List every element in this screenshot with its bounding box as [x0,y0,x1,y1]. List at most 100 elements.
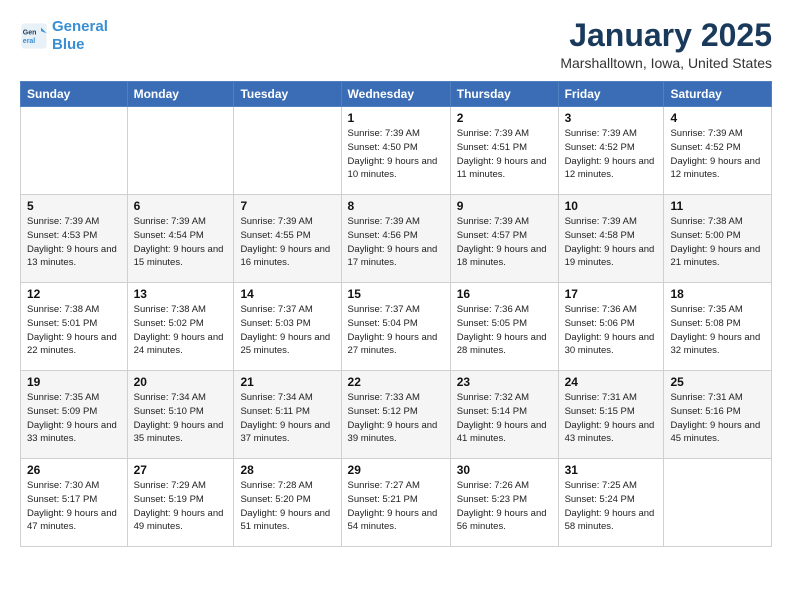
svg-text:Gen: Gen [23,30,37,37]
day-number: 31 [565,463,658,477]
day-info: Sunrise: 7:37 AM Sunset: 5:03 PM Dayligh… [240,303,334,358]
weekday-header-monday: Monday [127,82,234,107]
day-number: 27 [134,463,228,477]
day-number: 3 [565,111,658,125]
day-number: 7 [240,199,334,213]
day-number: 15 [348,287,444,301]
week-row-1: 1Sunrise: 7:39 AM Sunset: 4:50 PM Daylig… [21,107,772,195]
day-number: 1 [348,111,444,125]
day-number: 10 [565,199,658,213]
day-cell: 18 Sunrise: 7:35 AM Sunset: 5:08 PM Dayli… [664,283,772,371]
day-info: Sunrise: 7:38 AM Sunset: 5:00 PM Dayligh… [670,215,765,270]
day-number: 13 [134,287,228,301]
day-cell: 29 Sunrise: 7:27 AM Sunset: 5:21 PM Dayli… [341,459,450,547]
day-info: Sunrise: 7:39 AM Sunset: 4:56 PM Dayligh… [348,215,444,270]
day-number: 29 [348,463,444,477]
day-number: 16 [457,287,552,301]
day-cell: 8 Sunrise: 7:39 AM Sunset: 4:56 PM Daylig… [341,195,450,283]
day-number: 17 [565,287,658,301]
week-row-3: 12Sunrise: 7:38 AM Sunset: 5:01 PM Dayli… [21,283,772,371]
week-row-4: 19Sunrise: 7:35 AM Sunset: 5:09 PM Dayli… [21,371,772,459]
day-cell: 19Sunrise: 7:35 AM Sunset: 5:09 PM Dayli… [21,371,128,459]
day-number: 21 [240,375,334,389]
day-cell: 30 Sunrise: 7:26 AM Sunset: 5:23 PM Dayli… [450,459,558,547]
day-cell [234,107,341,195]
day-info: Sunrise: 7:37 AM Sunset: 5:04 PM Dayligh… [348,303,444,358]
day-cell: 11 Sunrise: 7:38 AM Sunset: 5:00 PM Dayli… [664,195,772,283]
day-cell: 5 Sunrise: 7:39 AM Sunset: 4:53 PM Daylig… [21,195,128,283]
day-cell: 6Sunrise: 7:39 AM Sunset: 4:54 PM Daylig… [127,195,234,283]
day-number: 30 [457,463,552,477]
day-cell: 31 Sunrise: 7:25 AM Sunset: 5:24 PM Dayli… [558,459,664,547]
day-info: Sunrise: 7:27 AM Sunset: 5:21 PM Dayligh… [348,479,444,534]
day-number: 5 [27,199,121,213]
day-info: Sunrise: 7:26 AM Sunset: 5:23 PM Dayligh… [457,479,552,534]
day-cell: 16 Sunrise: 7:36 AM Sunset: 5:05 PM Dayli… [450,283,558,371]
day-info: Sunrise: 7:39 AM Sunset: 4:55 PM Dayligh… [240,215,334,270]
day-cell: 15 Sunrise: 7:37 AM Sunset: 5:04 PM Dayli… [341,283,450,371]
day-info: Sunrise: 7:25 AM Sunset: 5:24 PM Dayligh… [565,479,658,534]
day-info: Sunrise: 7:36 AM Sunset: 5:06 PM Dayligh… [565,303,658,358]
day-number: 2 [457,111,552,125]
day-cell: 27 Sunrise: 7:29 AM Sunset: 5:19 PM Dayli… [127,459,234,547]
day-number: 26 [27,463,121,477]
day-info: Sunrise: 7:39 AM Sunset: 4:51 PM Dayligh… [457,127,552,182]
day-number: 14 [240,287,334,301]
header: Gen eral General Blue January 2025 Marsh… [20,18,772,71]
logo-icon: Gen eral [20,22,48,50]
day-number: 22 [348,375,444,389]
day-info: Sunrise: 7:38 AM Sunset: 5:02 PM Dayligh… [134,303,228,358]
day-cell: 22 Sunrise: 7:33 AM Sunset: 5:12 PM Dayli… [341,371,450,459]
day-info: Sunrise: 7:39 AM Sunset: 4:52 PM Dayligh… [670,127,765,182]
day-cell: 14 Sunrise: 7:37 AM Sunset: 5:03 PM Dayli… [234,283,341,371]
day-number: 11 [670,199,765,213]
day-number: 8 [348,199,444,213]
calendar: SundayMondayTuesdayWednesdayThursdayFrid… [20,81,772,547]
day-info: Sunrise: 7:36 AM Sunset: 5:05 PM Dayligh… [457,303,552,358]
title-area: January 2025 Marshalltown, Iowa, United … [560,18,772,71]
day-info: Sunrise: 7:35 AM Sunset: 5:08 PM Dayligh… [670,303,765,358]
day-info: Sunrise: 7:28 AM Sunset: 5:20 PM Dayligh… [240,479,334,534]
day-cell: 21Sunrise: 7:34 AM Sunset: 5:11 PM Dayli… [234,371,341,459]
day-info: Sunrise: 7:35 AM Sunset: 5:09 PM Dayligh… [27,391,121,446]
day-cell: 20Sunrise: 7:34 AM Sunset: 5:10 PM Dayli… [127,371,234,459]
page: Gen eral General Blue January 2025 Marsh… [0,0,792,565]
day-number: 9 [457,199,552,213]
weekday-header-wednesday: Wednesday [341,82,450,107]
week-row-5: 26 Sunrise: 7:30 AM Sunset: 5:17 PM Dayli… [21,459,772,547]
month-title: January 2025 [560,18,772,53]
day-cell: 12Sunrise: 7:38 AM Sunset: 5:01 PM Dayli… [21,283,128,371]
logo: Gen eral General Blue [20,18,108,54]
day-cell: 17 Sunrise: 7:36 AM Sunset: 5:06 PM Dayli… [558,283,664,371]
week-row-2: 5 Sunrise: 7:39 AM Sunset: 4:53 PM Daylig… [21,195,772,283]
day-cell: 3 Sunrise: 7:39 AM Sunset: 4:52 PM Daylig… [558,107,664,195]
logo-general: General [52,18,108,35]
day-cell: 13 Sunrise: 7:38 AM Sunset: 5:02 PM Dayli… [127,283,234,371]
weekday-header-row: SundayMondayTuesdayWednesdayThursdayFrid… [21,82,772,107]
day-cell: 4 Sunrise: 7:39 AM Sunset: 4:52 PM Daylig… [664,107,772,195]
day-info: Sunrise: 7:39 AM Sunset: 4:52 PM Dayligh… [565,127,658,182]
day-info: Sunrise: 7:39 AM Sunset: 4:53 PM Dayligh… [27,215,121,270]
day-info: Sunrise: 7:31 AM Sunset: 5:16 PM Dayligh… [670,391,765,446]
day-info: Sunrise: 7:38 AM Sunset: 5:01 PM Dayligh… [27,303,121,358]
logo-blue: Blue [52,36,85,53]
day-cell: 24Sunrise: 7:31 AM Sunset: 5:15 PM Dayli… [558,371,664,459]
day-info: Sunrise: 7:34 AM Sunset: 5:10 PM Dayligh… [134,391,228,446]
day-number: 25 [670,375,765,389]
day-cell: 2 Sunrise: 7:39 AM Sunset: 4:51 PM Daylig… [450,107,558,195]
day-number: 24 [565,375,658,389]
day-cell [127,107,234,195]
day-number: 28 [240,463,334,477]
day-cell: 25 Sunrise: 7:31 AM Sunset: 5:16 PM Dayli… [664,371,772,459]
weekday-header-tuesday: Tuesday [234,82,341,107]
day-info: Sunrise: 7:39 AM Sunset: 4:58 PM Dayligh… [565,215,658,270]
day-info: Sunrise: 7:30 AM Sunset: 5:17 PM Dayligh… [27,479,121,534]
day-info: Sunrise: 7:33 AM Sunset: 5:12 PM Dayligh… [348,391,444,446]
location: Marshalltown, Iowa, United States [560,55,772,71]
day-info: Sunrise: 7:39 AM Sunset: 4:54 PM Dayligh… [134,215,228,270]
day-number: 4 [670,111,765,125]
day-number: 18 [670,287,765,301]
day-cell: 28 Sunrise: 7:28 AM Sunset: 5:20 PM Dayli… [234,459,341,547]
day-info: Sunrise: 7:29 AM Sunset: 5:19 PM Dayligh… [134,479,228,534]
day-cell: 23Sunrise: 7:32 AM Sunset: 5:14 PM Dayli… [450,371,558,459]
